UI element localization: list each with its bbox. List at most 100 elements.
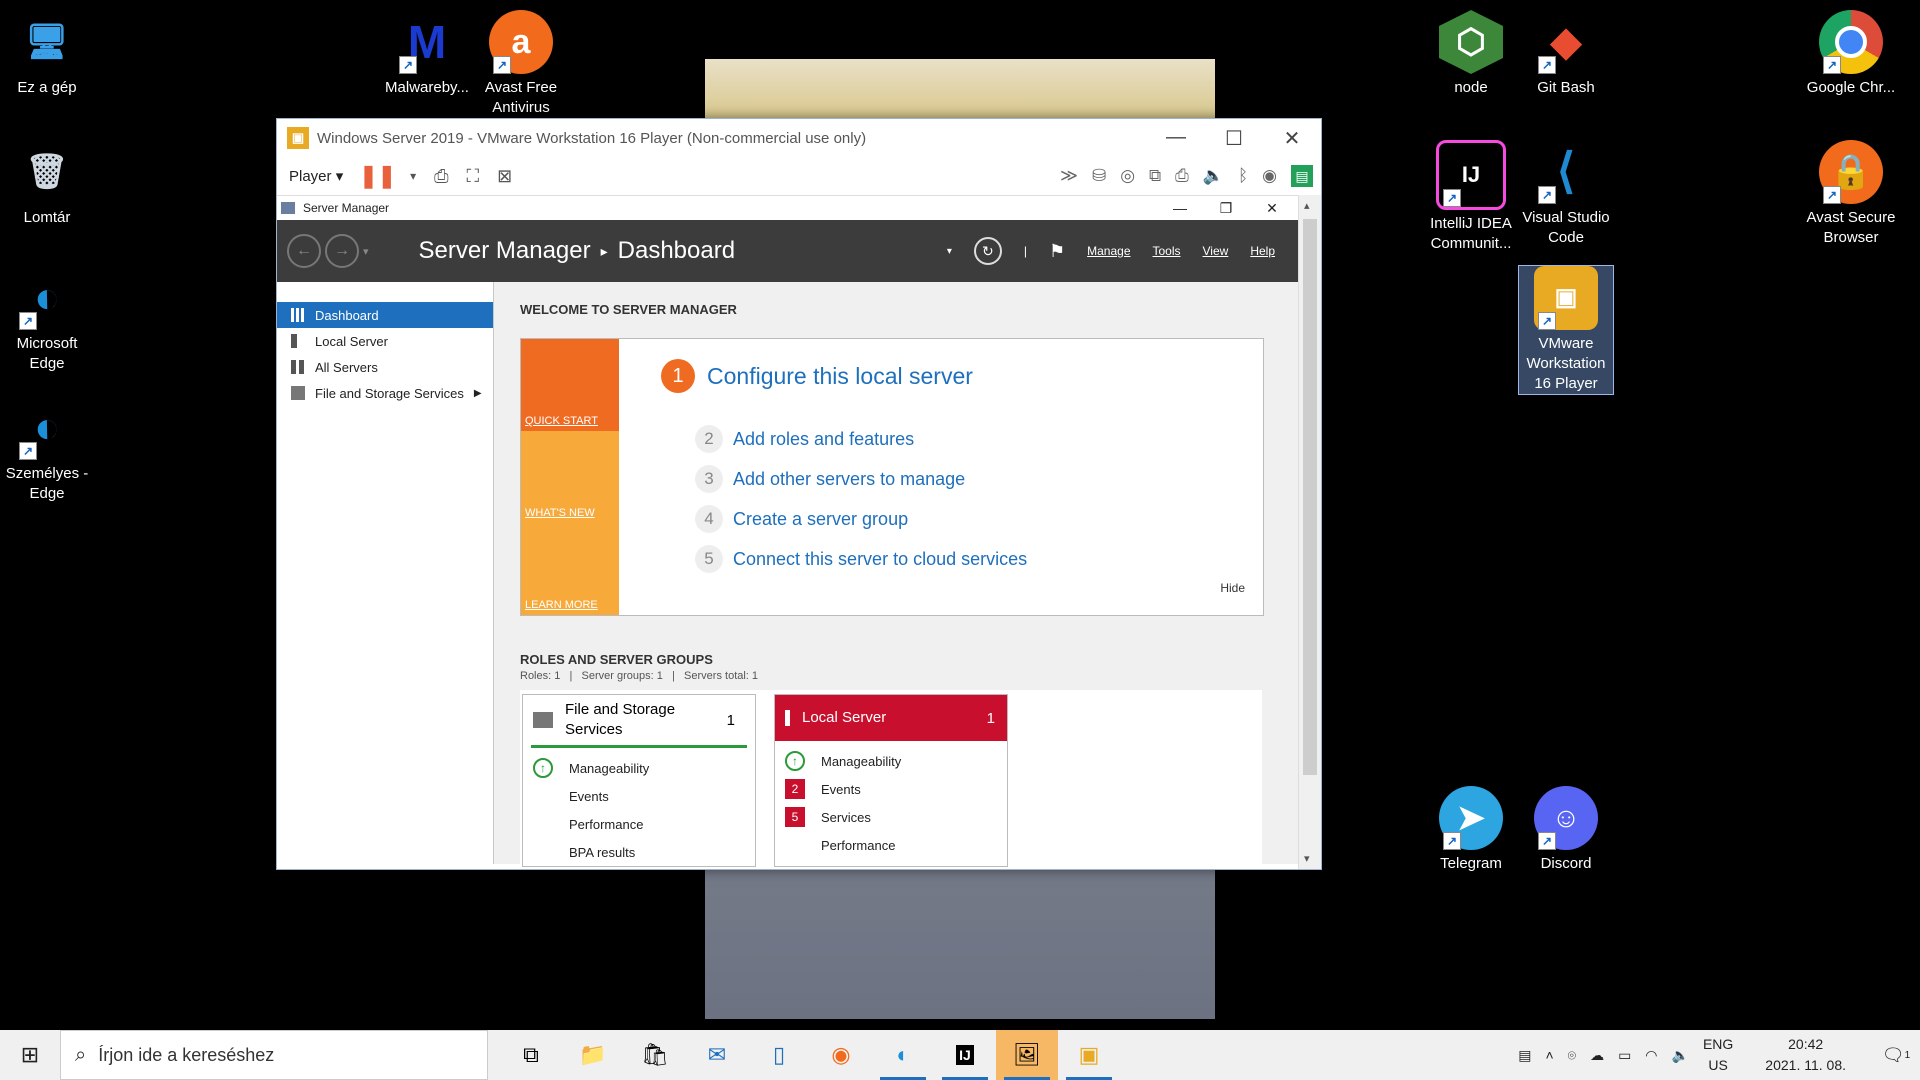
battery-icon[interactable]: ▭ — [1618, 1047, 1631, 1064]
desktop-icon-this-pc[interactable]: 🖥 Ez a gép — [0, 10, 94, 98]
card-row[interactable]: 5 Services — [775, 803, 1007, 831]
usb-icon[interactable]: ◉ — [1262, 166, 1277, 186]
sm-restore-icon[interactable]: ❐ — [1203, 200, 1249, 217]
desktop-icon-avast[interactable]: a ↗ Avast Free Antivirus — [474, 10, 568, 118]
card-row[interactable]: Performance — [523, 810, 755, 838]
whats-new-tile[interactable]: WHAT'S NEW — [521, 431, 619, 523]
history-dropdown-icon[interactable]: ▾ — [363, 245, 369, 258]
quick-start-tile[interactable]: QUICK START — [521, 339, 619, 431]
scroll-thumb[interactable] — [1303, 219, 1317, 775]
wifi-icon[interactable]: ◠ — [1645, 1047, 1657, 1064]
refresh-icon[interactable]: ↻ — [973, 237, 1002, 265]
desktop-icon-avast-browser[interactable]: 🔒 ↗ Avast Secure Browser — [1804, 140, 1898, 248]
vm-scrollbar[interactable]: ▴ ▾ — [1298, 195, 1321, 869]
message-log-icon[interactable]: ▤ — [1291, 165, 1313, 187]
sound-icon[interactable]: 🔈 — [1203, 166, 1224, 186]
player-menu[interactable]: Player ▾ — [289, 167, 343, 185]
desktop-icon-malwarebytes[interactable]: M ↗ Malwareby... — [380, 10, 474, 98]
notifications-flag-icon[interactable]: ⚑ — [1049, 241, 1065, 262]
language-indicator[interactable]: ENG US — [1703, 1034, 1733, 1076]
more-devices-icon[interactable]: ≫ — [1060, 166, 1078, 186]
sidebar-item-dashboard[interactable]: Dashboard — [277, 302, 493, 328]
desktop-icon-vmware[interactable]: ▣ ↗ VMware Workstation 16 Player — [1518, 265, 1614, 395]
expand-arrow-icon[interactable]: ▶ — [474, 388, 482, 399]
card-row[interactable]: ↑ Manageability — [523, 754, 755, 782]
fullscreen-icon[interactable]: ⛶ — [467, 166, 480, 187]
sm-close-icon[interactable]: ✕ — [1249, 200, 1295, 217]
desktop-icon-git-bash[interactable]: ◆ ↗ Git Bash — [1519, 10, 1613, 98]
vmware-taskbar-icon[interactable]: ▣ — [1058, 1030, 1120, 1080]
webcam-icon[interactable]: ⌾ — [1568, 1047, 1576, 1064]
minimize-icon[interactable]: — — [1147, 126, 1205, 151]
phone-link-icon[interactable]: ▯ — [748, 1030, 810, 1080]
scroll-down-icon[interactable]: ▾ — [1304, 852, 1310, 865]
hard-disk-icon[interactable]: ⛁ — [1092, 166, 1106, 186]
desktop-icon-discord[interactable]: ☺ ↗ Discord — [1519, 786, 1613, 874]
notification-center-icon[interactable]: 🗨 1 — [1878, 1037, 1914, 1073]
hide-link[interactable]: Hide — [1220, 581, 1245, 595]
refresh-dropdown-icon[interactable]: ▾ — [947, 246, 952, 257]
create-server-group-link[interactable]: 4 Create a server group — [695, 505, 908, 533]
network-adapter-icon[interactable]: ⧉ — [1149, 166, 1161, 186]
card-row[interactable]: BPA results — [523, 838, 755, 866]
sidebar-item-file-storage[interactable]: File and Storage Services ▶ — [277, 380, 493, 406]
desktop-icon-vscode[interactable]: ⟨ ↗ Visual Studio Code — [1519, 140, 1613, 248]
learn-more-tile[interactable]: LEARN MORE — [521, 523, 619, 615]
search-box[interactable]: ⌕ Írjon ide a kereséshez — [60, 1030, 488, 1080]
connect-cloud-link[interactable]: 5 Connect this server to cloud services — [695, 545, 1027, 573]
scroll-up-icon[interactable]: ▴ — [1304, 199, 1310, 212]
task-view-icon[interactable]: ⧉ — [500, 1030, 562, 1080]
mail-icon[interactable]: ✉ — [686, 1030, 748, 1080]
file-explorer-icon[interactable]: 📁 — [562, 1030, 624, 1080]
configure-local-server-link[interactable]: 1 Configure this local server — [661, 359, 973, 393]
sidebar-item-local-server[interactable]: Local Server — [277, 328, 493, 354]
back-icon[interactable]: ← — [287, 234, 321, 268]
clock[interactable]: 20:42 2021. 11. 08. — [1765, 1034, 1846, 1076]
pause-dropdown-icon[interactable]: ▾ — [410, 169, 416, 183]
add-roles-link[interactable]: 2 Add roles and features — [695, 425, 914, 453]
sm-minimize-icon[interactable]: — — [1157, 200, 1203, 217]
menu-help[interactable]: Help — [1250, 244, 1275, 258]
pause-icon[interactable]: ❚❚ — [359, 163, 396, 189]
desktop-icon-intellij[interactable]: IJ ↗ IntelliJ IDEA Communit... — [1424, 140, 1518, 254]
card-header[interactable]: Local Server 1 — [775, 695, 1007, 741]
card-row[interactable]: 2 Events — [775, 775, 1007, 803]
cd-drive-icon[interactable]: ◎ — [1120, 166, 1135, 186]
microsoft-store-icon[interactable]: 🛍 — [624, 1030, 686, 1080]
onedrive-icon[interactable]: ☁ — [1590, 1047, 1604, 1064]
desktop-icon-chrome[interactable]: ↗ Google Chr... — [1804, 10, 1898, 98]
card-row[interactable]: Events — [523, 782, 755, 810]
intellij-taskbar-icon[interactable]: IJ — [934, 1030, 996, 1080]
menu-tools[interactable]: Tools — [1153, 244, 1181, 258]
start-button[interactable]: ⊞ — [0, 1042, 60, 1068]
volume-icon[interactable]: 🔈 — [1672, 1047, 1689, 1064]
sidebar-item-all-servers[interactable]: All Servers — [277, 354, 493, 380]
news-widget-icon[interactable]: ▤ — [1518, 1047, 1531, 1064]
desktop-icon-telegram[interactable]: ➤ ↗ Telegram — [1424, 786, 1518, 874]
photos-taskbar-icon[interactable]: 🖼 — [996, 1030, 1058, 1080]
vmware-title-bar[interactable]: ▣ Windows Server 2019 - VMware Workstati… — [277, 119, 1321, 157]
desktop-icon-edge[interactable]: ◐ ↗ Microsoft Edge — [0, 266, 94, 374]
server-manager-title-bar[interactable]: Server Manager — ❐ ✕ — [277, 196, 1321, 220]
maximize-icon[interactable]: ☐ — [1205, 126, 1263, 151]
desktop-icon-node[interactable]: ⬡ node — [1424, 10, 1518, 98]
desktop-icon-recycle-bin[interactable]: 🗑 Lomtár — [0, 140, 94, 228]
close-icon[interactable]: ✕ — [1263, 126, 1321, 151]
printer-icon[interactable]: ⎙ — [1175, 166, 1189, 186]
unity-icon[interactable]: ⊠ — [497, 166, 512, 187]
bluetooth-icon[interactable]: ᛒ — [1238, 166, 1248, 186]
menu-manage[interactable]: Manage — [1087, 244, 1130, 258]
forward-icon[interactable]: → — [325, 234, 359, 268]
role-card-local-server[interactable]: Local Server 1 ↑ Manageability 2 Events 5S… — [774, 694, 1008, 867]
edge-taskbar-icon[interactable]: ◐ — [872, 1030, 934, 1080]
desktop-icon-edge-profile[interactable]: ◐ ↗ Személyes - Edge — [0, 396, 94, 504]
role-card-file-storage[interactable]: File and Storage Services 1 ↑ Manageabili… — [522, 694, 756, 867]
card-row[interactable]: Performance — [775, 831, 1007, 859]
show-hidden-icons-icon[interactable]: ˄ — [1545, 1047, 1553, 1063]
add-servers-link[interactable]: 3 Add other servers to manage — [695, 465, 965, 493]
send-ctrl-alt-del-icon[interactable]: ⎙ — [434, 166, 448, 187]
menu-view[interactable]: View — [1203, 244, 1229, 258]
card-row[interactable]: ↑ Manageability — [775, 747, 1007, 775]
card-header[interactable]: File and Storage Services 1 — [531, 695, 747, 748]
avast-browser-taskbar-icon[interactable]: ◉ — [810, 1030, 872, 1080]
